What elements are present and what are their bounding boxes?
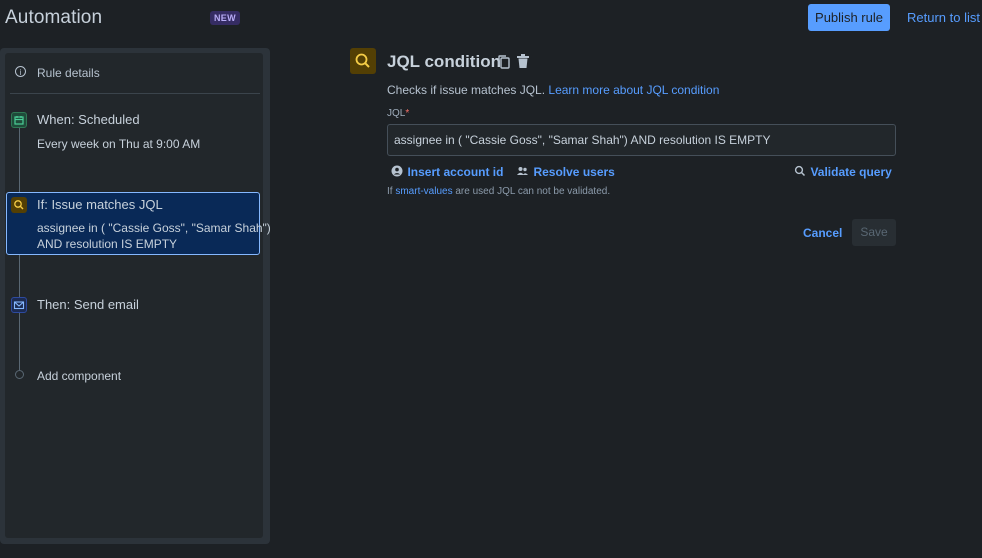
rule-details-link[interactable]: Rule details	[37, 66, 100, 80]
add-component-dot-icon	[15, 370, 24, 379]
account-icon	[391, 165, 403, 177]
copy-icon[interactable]	[497, 54, 511, 70]
insert-account-id-label: Insert account id	[407, 165, 504, 179]
insert-account-id-button[interactable]: Insert account id	[391, 163, 503, 181]
trash-icon[interactable]	[516, 53, 530, 69]
learn-more-link[interactable]: Learn more about JQL condition	[548, 83, 719, 97]
required-mark: *	[405, 108, 410, 119]
panel-title: JQL condition	[387, 52, 501, 71]
return-to-list-link[interactable]: Return to list	[907, 10, 980, 25]
magnifier-icon	[794, 165, 806, 177]
smart-values-note: If smart-values are used JQL can not be …	[387, 186, 610, 197]
jql-input[interactable]: assignee in ( "Cassie Goss", "Samar Shah…	[387, 124, 896, 156]
jql-label-text: JQL	[387, 108, 406, 119]
resolve-users-button[interactable]: Resolve users	[516, 163, 615, 181]
cancel-button[interactable]: Cancel	[803, 226, 842, 240]
jql-condition-search-icon	[350, 48, 376, 74]
add-component-link[interactable]: Add component	[37, 368, 121, 384]
search-icon	[11, 197, 27, 213]
page-title: Automation	[5, 7, 103, 28]
new-badge: NEW	[210, 11, 240, 25]
resolve-users-label: Resolve users	[533, 165, 615, 179]
info-icon: i	[15, 66, 26, 77]
note-suffix: are used JQL can not be validated.	[455, 186, 611, 197]
step-trigger-title[interactable]: When: Scheduled	[37, 112, 140, 127]
smart-values-link[interactable]: smart-values	[395, 186, 452, 197]
description-text: Checks if issue matches JQL.	[387, 83, 546, 97]
validate-query-button[interactable]: Validate query	[794, 163, 892, 181]
step-condition-summary-line2: AND resolution IS EMPTY	[37, 237, 178, 251]
users-icon	[517, 167, 528, 175]
sidebar-divider	[10, 93, 260, 94]
step-trigger-summary: Every week on Thu at 9:00 AM	[37, 137, 201, 151]
publish-rule-button[interactable]: Publish rule	[808, 4, 890, 31]
save-button[interactable]: Save	[852, 219, 896, 246]
step-action-title[interactable]: Then: Send email	[37, 297, 139, 312]
note-prefix: If	[387, 186, 393, 197]
jql-field-label: JQL*	[387, 108, 409, 119]
panel-description: Checks if issue matches JQL. Learn more …	[387, 83, 719, 97]
validate-query-label: Validate query	[810, 165, 892, 179]
step-condition-title[interactable]: If: Issue matches JQL	[37, 197, 163, 212]
step-condition-summary-line1: assignee in ( "Cassie Goss", "Samar Shah…	[37, 221, 271, 235]
calendar-icon	[11, 112, 27, 128]
mail-icon	[11, 297, 27, 313]
